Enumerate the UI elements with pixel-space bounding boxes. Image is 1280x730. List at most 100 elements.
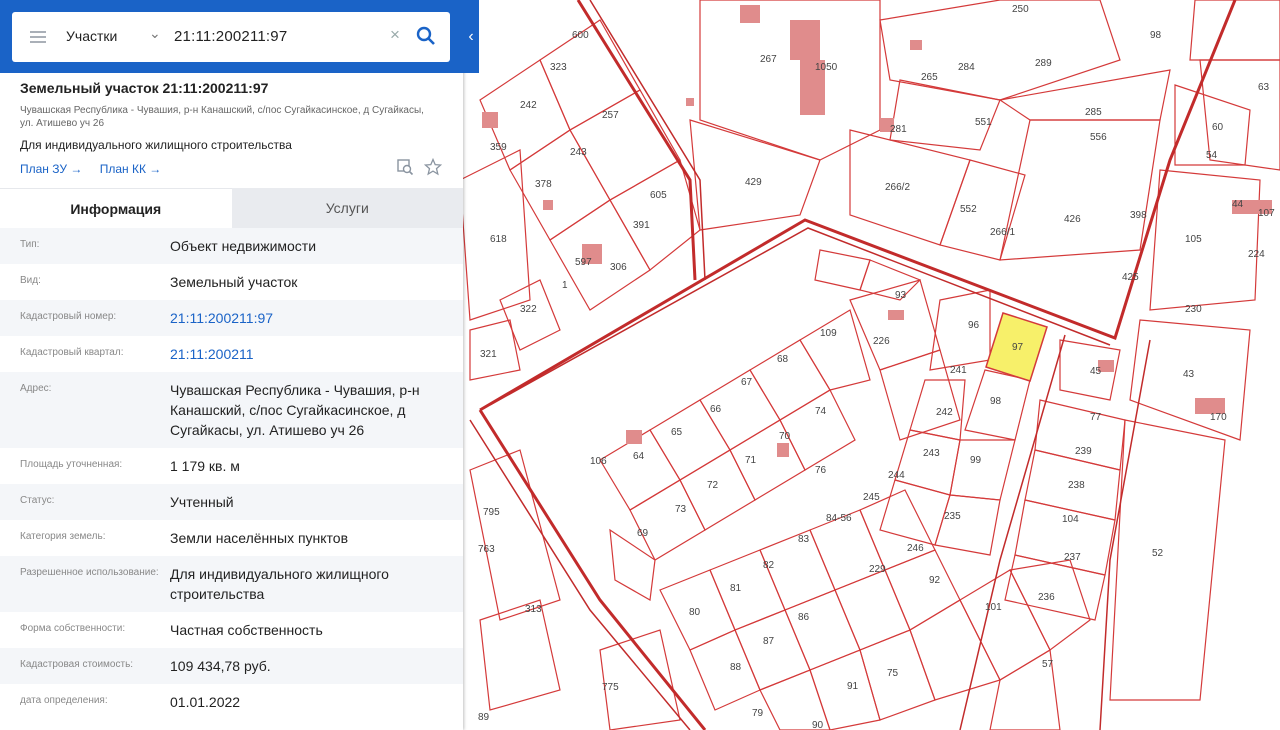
info-row-value: 1 179 кв. м bbox=[170, 458, 240, 474]
tab-information[interactable]: Информация bbox=[0, 188, 232, 228]
parcel-label: 378 bbox=[535, 179, 552, 190]
parcel-label: 391 bbox=[633, 220, 650, 231]
object-address: Чувашская Республика - Чувашия, р-н Кана… bbox=[20, 105, 424, 129]
parcel-label: 795 bbox=[483, 507, 500, 518]
parcel-label: 93 bbox=[895, 290, 907, 301]
plan-kk-link[interactable]: План КК → bbox=[100, 162, 162, 176]
parcel-label: 284 bbox=[958, 62, 975, 73]
parcel-label: 71 bbox=[745, 455, 757, 466]
zoom-to-icon[interactable] bbox=[396, 158, 414, 176]
search-bar: Участки ⌄ 21:11:200211:97 × ‹ bbox=[0, 0, 479, 73]
parcel-label: 81 bbox=[730, 583, 742, 594]
info-row: Кадастровый номер: 21:11:200211:97 bbox=[0, 300, 463, 336]
parcel-label: 88 bbox=[730, 662, 742, 673]
parcel-label: 236 bbox=[1038, 592, 1055, 603]
info-row-label: Кадастровый номер: bbox=[20, 311, 117, 322]
parcel-label: 600 bbox=[572, 30, 589, 41]
parcel-label: 605 bbox=[650, 190, 667, 201]
info-row: дата определения: 01.01.2022 bbox=[0, 684, 463, 720]
parcel-label: 775 bbox=[602, 682, 619, 693]
parcel-label: 69 bbox=[637, 528, 649, 539]
parcel-label: 86 bbox=[798, 612, 810, 623]
parcel-label: 242 bbox=[520, 100, 537, 111]
info-row: Форма собственности: Частная собственност… bbox=[0, 612, 463, 648]
parcel-label: 60 bbox=[1212, 122, 1224, 133]
parcel-label: 265 bbox=[921, 72, 938, 83]
parcel-label: 398 bbox=[1130, 210, 1147, 221]
info-panel: Земельный участок 21:11:200211:97 Чувашс… bbox=[0, 0, 463, 730]
parcel-label: 241 bbox=[950, 365, 967, 376]
info-row-value[interactable]: 21:11:200211 bbox=[170, 344, 455, 364]
parcel-label: 79 bbox=[752, 708, 764, 719]
parcel-label: 52 bbox=[1152, 548, 1164, 559]
parcel-label: 91 bbox=[847, 681, 859, 692]
info-row-value: Объект недвижимости bbox=[170, 238, 317, 254]
parcel-label: 763 bbox=[478, 544, 495, 555]
category-select[interactable]: Участки bbox=[66, 28, 117, 44]
parcel-label: 267 bbox=[760, 54, 777, 65]
parcel-label: 70 bbox=[779, 431, 791, 442]
parcel-label: 98 bbox=[990, 396, 1002, 407]
search-input[interactable]: 21:11:200211:97 bbox=[174, 28, 287, 45]
parcel-label: 285 bbox=[1085, 107, 1102, 118]
parcel-label: 77 bbox=[1090, 412, 1102, 423]
parcel-label: 99 bbox=[970, 455, 982, 466]
parcel-label: 266/1 bbox=[990, 227, 1015, 238]
menu-icon[interactable] bbox=[30, 31, 46, 43]
parcel-label: 73 bbox=[675, 504, 687, 515]
clear-icon[interactable]: × bbox=[390, 25, 400, 45]
parcel-label: 243 bbox=[923, 448, 940, 459]
tab-services[interactable]: Услуги bbox=[231, 188, 463, 228]
search-icon[interactable] bbox=[416, 26, 436, 46]
info-row-label: Вид: bbox=[20, 275, 41, 286]
parcel-label: 226 bbox=[873, 336, 890, 347]
parcel-label: 224 bbox=[1248, 249, 1265, 260]
parcel-label: 266/2 bbox=[885, 182, 910, 193]
building bbox=[910, 40, 922, 50]
info-row-label: Кадастровый квартал: bbox=[20, 347, 124, 358]
parcel-label: 306 bbox=[610, 262, 627, 273]
collapse-panel-icon[interactable]: ‹ bbox=[463, 22, 479, 52]
info-row-value: Чувашская Республика - Чувашия, р-н Кана… bbox=[170, 382, 420, 438]
info-row-label: Адрес: bbox=[20, 383, 52, 394]
info-row-value: Учтенный bbox=[170, 494, 234, 510]
info-row: Вид: Земельный участок bbox=[0, 264, 463, 300]
info-row-label: Статус: bbox=[20, 495, 55, 506]
parcel-label: 246 bbox=[907, 543, 924, 554]
plan-zu-link[interactable]: План ЗУ → bbox=[20, 162, 82, 176]
parcel-label: 82 bbox=[763, 560, 775, 571]
info-row: Статус: Учтенный bbox=[0, 484, 463, 520]
parcel-label: 68 bbox=[777, 354, 789, 365]
parcel-label: 321 bbox=[480, 349, 497, 360]
parcel-label: 107 bbox=[1258, 208, 1275, 219]
parcel-label: 84-56 bbox=[826, 513, 852, 524]
parcel-label: 230 bbox=[1185, 304, 1202, 315]
parcel-label: 244 bbox=[888, 470, 905, 481]
parcel-label: 89 bbox=[478, 712, 490, 723]
info-row-label: Кадастровая стоимость: bbox=[20, 659, 134, 670]
building bbox=[888, 310, 904, 320]
parcel-label: 104 bbox=[1062, 514, 1079, 525]
parcel-label: 313 bbox=[525, 604, 542, 615]
info-row-label: Разрешенное использование: bbox=[20, 567, 159, 578]
parcel-label: 72 bbox=[707, 480, 719, 491]
info-row-label: Площадь уточненная: bbox=[20, 459, 123, 470]
parcel-label: 64 bbox=[633, 451, 645, 462]
parcel-label: 359 bbox=[490, 142, 507, 153]
parcel-label: 243 bbox=[570, 147, 587, 158]
info-row-value: Для индивидуального жилищного строительс… bbox=[170, 566, 389, 602]
parcel-label: 238 bbox=[1068, 480, 1085, 491]
building bbox=[790, 20, 820, 60]
info-row-value: 01.01.2022 bbox=[170, 694, 241, 710]
info-row-label: Тип: bbox=[20, 239, 40, 250]
building bbox=[686, 98, 694, 106]
info-row-label: Форма собственности: bbox=[20, 623, 126, 634]
info-row-value: Земли населённых пунктов bbox=[170, 530, 349, 546]
star-icon[interactable] bbox=[424, 158, 442, 176]
parcel-label: 426 bbox=[1064, 214, 1081, 225]
parcel-label: 54 bbox=[1206, 150, 1218, 161]
parcel-label: 257 bbox=[602, 110, 619, 121]
info-row-label: Категория земель: bbox=[20, 531, 106, 542]
info-row-value[interactable]: 21:11:200211:97 bbox=[170, 308, 455, 328]
chevron-down-icon[interactable]: ⌄ bbox=[149, 25, 161, 42]
